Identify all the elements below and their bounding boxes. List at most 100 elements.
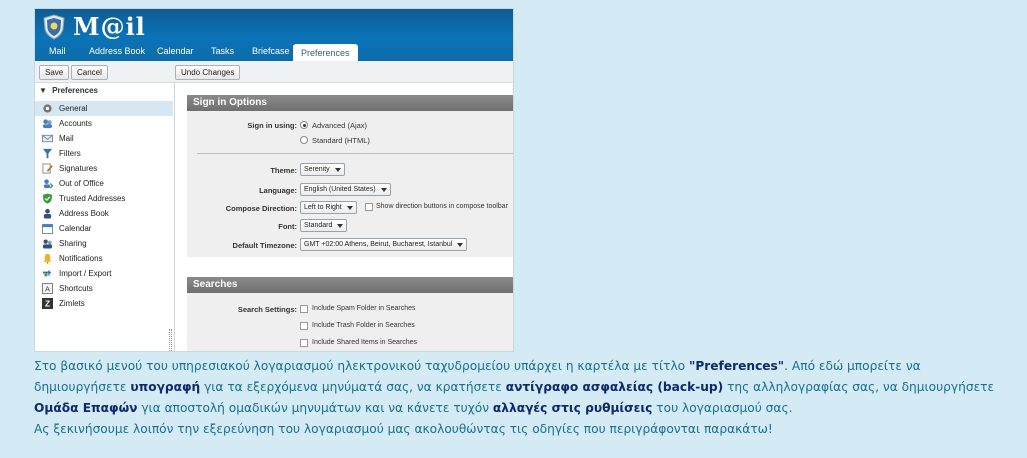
sidebar-item-out-of-office[interactable]: Out of Office	[35, 176, 173, 191]
caption-highlight-settings: αλλαγές στις ρυθμίσεις	[492, 401, 653, 415]
sidebar-item-trusted-addresses[interactable]: Trusted Addresses	[35, 191, 173, 206]
chevron-down-icon: ▼	[39, 86, 47, 95]
contact-icon	[43, 208, 52, 219]
main-tabs: Mail Address Book Calendar Tasks Briefca…	[35, 42, 513, 62]
caption-highlight-signature: υπογραφή	[130, 380, 201, 394]
sidebar-item-filters[interactable]: Filters	[35, 146, 173, 161]
sidebar-item-shortcuts[interactable]: A Shortcuts	[35, 281, 173, 296]
caption-highlight-preferences: "Preferences"	[688, 359, 785, 373]
sidebar-header[interactable]: ▼ Preferences	[39, 86, 98, 95]
sidebar-resize-handle[interactable]	[169, 329, 172, 351]
sign-in-options-header: Sign in Options	[187, 95, 513, 111]
include-shared-checkbox[interactable]	[300, 339, 308, 347]
sharing-icon	[42, 239, 53, 249]
search-settings-label: Search Settings:	[237, 305, 297, 314]
toolbar: Save Cancel Undo Changes	[35, 61, 513, 83]
sidebar-header-label: Preferences	[52, 86, 98, 95]
font-select-value: Standard	[304, 222, 333, 229]
font-label: Font:	[278, 222, 297, 231]
sidebar-item-accounts[interactable]: Accounts	[35, 116, 173, 131]
compose-direction-label: Compose Direction:	[225, 204, 297, 213]
mail-icon	[42, 134, 53, 143]
shield-check-icon	[42, 193, 53, 204]
font-select[interactable]: Standard	[300, 219, 348, 232]
searches-body: Search Settings: Include Spam Folder in …	[187, 293, 513, 351]
save-button[interactable]: Save	[39, 65, 70, 80]
tab-preferences[interactable]: Preferences	[293, 44, 358, 62]
radio-advanced[interactable]	[300, 121, 308, 129]
radio-standard[interactable]	[300, 136, 308, 144]
sidebar-item-label: Filters	[59, 149, 81, 158]
sidebar-item-label: Trusted Addresses	[59, 194, 126, 203]
out-of-office-icon	[43, 179, 53, 189]
sidebar-item-label: Address Book	[59, 209, 109, 218]
caption-text-part: για τα εξερχόμενα μηνύματά σας, να κρατή…	[200, 380, 506, 394]
undo-changes-button[interactable]: Undo Changes	[175, 65, 241, 80]
language-select-value: English (United States)	[304, 186, 376, 193]
caption-text-part: της αλληλογραφίας σας, να δημιουργήσετε	[723, 380, 995, 394]
caption-second-line: Ας ξεκινήσουμε λοιπόν την εξερεύνηση του…	[34, 422, 773, 436]
include-spam-label: Include Spam Folder in Searches	[312, 305, 416, 312]
sidebar-item-label: Shortcuts	[59, 284, 93, 293]
app-brand: M@il	[73, 12, 146, 41]
dropdown-arrow-icon	[380, 188, 387, 192]
cancel-button[interactable]: Cancel	[71, 65, 108, 80]
dropdown-arrow-icon	[457, 243, 464, 247]
divider	[197, 153, 513, 154]
sidebar-item-notifications[interactable]: Notifications	[35, 251, 173, 266]
sidebar-item-zimlets[interactable]: Z Zimlets	[35, 296, 173, 311]
sidebar-item-general[interactable]: General	[35, 101, 173, 116]
compose-direction-value: Left to Right	[304, 204, 342, 211]
calendar-icon	[42, 223, 53, 234]
sidebar-item-import-export[interactable]: Import / Export	[35, 266, 173, 281]
preferences-sidebar: ▼ Preferences General Accounts Mail Filt…	[35, 83, 175, 351]
sidebar-item-address-book[interactable]: Address Book	[35, 206, 173, 221]
sidebar-item-mail[interactable]: Mail	[35, 131, 173, 146]
sign-in-options-body: Sign in using: Advanced (Ajax) Standard …	[187, 111, 513, 257]
dropdown-arrow-icon	[337, 224, 344, 228]
sidebar-item-label: Signatures	[59, 164, 98, 173]
sidebar-item-calendar[interactable]: Calendar	[35, 221, 173, 236]
radio-standard-label: Standard (HTML)	[312, 136, 370, 145]
tab-briefcase[interactable]: Briefcase	[252, 46, 290, 56]
mail-app-screenshot: M@il Mail Address Book Calendar Tasks Br…	[34, 8, 514, 352]
tab-mail[interactable]: Mail	[49, 46, 66, 56]
sidebar-item-signatures[interactable]: Signatures	[35, 161, 173, 176]
dropdown-arrow-icon	[334, 168, 341, 172]
sidebar-item-label: Out of Office	[59, 179, 104, 188]
language-select[interactable]: English (United States)	[300, 183, 391, 196]
svg-text:Z: Z	[45, 300, 50, 309]
sidebar-item-label: General	[59, 104, 88, 113]
sidebar-item-label: Calendar	[59, 224, 92, 233]
bell-icon	[43, 253, 52, 264]
sidebar-item-sharing[interactable]: Sharing	[35, 236, 173, 251]
include-spam-checkbox[interactable]	[300, 305, 308, 313]
caption-text-part: Στο βασικό μενού του υπηρεσιακού λογαρια…	[34, 359, 689, 373]
sidebar-item-label: Zimlets	[59, 299, 85, 308]
caption-text-part: του λογαριασμού σας.	[652, 401, 793, 415]
include-trash-label: Include Trash Folder in Searches	[312, 322, 415, 329]
signature-icon	[42, 163, 53, 174]
sidebar-item-label: Sharing	[59, 239, 87, 248]
preferences-content: Sign in Options Sign in using: Advanced …	[180, 83, 513, 351]
timezone-select[interactable]: GMT +02:00 Athens, Beirut, Bucharest, Is…	[300, 238, 468, 251]
sidebar-item-label: Mail	[59, 134, 74, 143]
tab-tasks[interactable]: Tasks	[211, 46, 234, 56]
caption-text-part: για αποστολή ομαδικών μηνυμάτων και να κ…	[137, 401, 493, 415]
caption-text: Στο βασικό μενού του υπηρεσιακού λογαρια…	[34, 356, 1014, 440]
theme-select-value: Serenity	[304, 166, 330, 173]
compose-direction-select[interactable]: Left to Right	[300, 201, 357, 214]
keyboard-icon: A	[42, 283, 53, 294]
tab-address-book[interactable]: Address Book	[89, 46, 145, 56]
include-trash-checkbox[interactable]	[300, 322, 308, 330]
theme-select[interactable]: Serenity	[300, 163, 345, 176]
gear-icon	[43, 104, 52, 113]
direction-buttons-checkbox[interactable]	[365, 203, 373, 211]
direction-buttons-label: Show direction buttons in compose toolba…	[376, 203, 508, 210]
accounts-icon	[42, 119, 53, 129]
app-header: M@il Mail Address Book Calendar Tasks Br…	[35, 9, 513, 62]
tab-calendar[interactable]: Calendar	[157, 46, 194, 56]
sidebar-item-label: Import / Export	[59, 269, 112, 278]
dropdown-arrow-icon	[346, 206, 353, 210]
include-shared-label: Include Shared Items in Searches	[312, 339, 418, 346]
